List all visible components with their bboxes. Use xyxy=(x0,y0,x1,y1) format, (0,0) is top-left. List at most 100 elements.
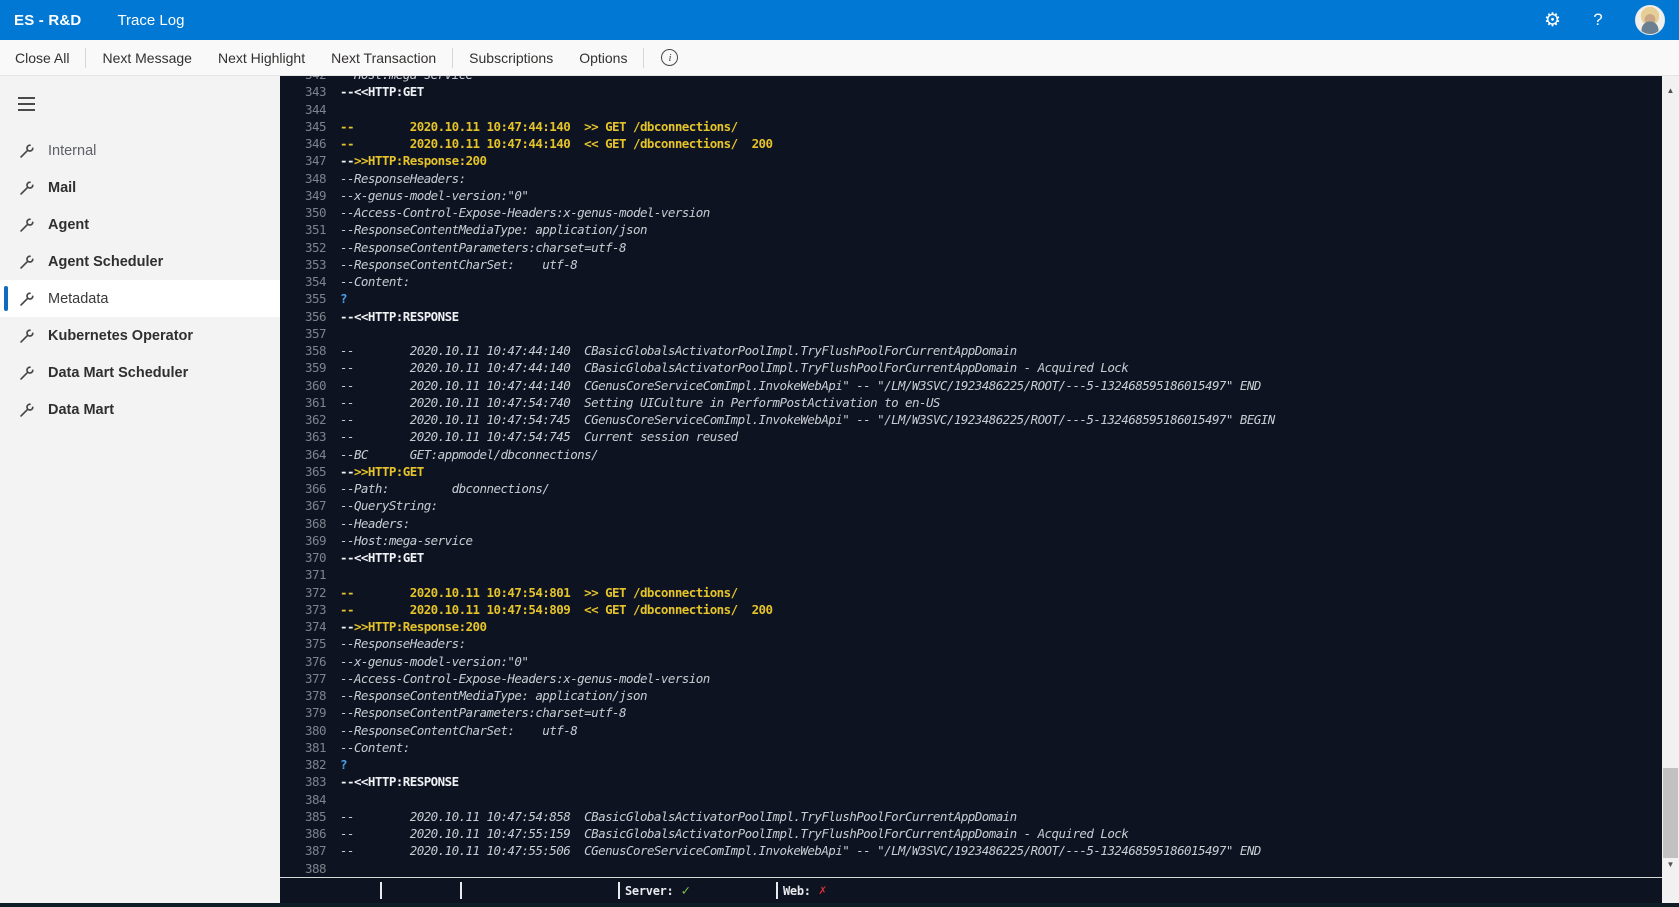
line-number: 387 xyxy=(305,843,326,859)
info-button[interactable]: i xyxy=(661,49,679,67)
log-line: 387 -- 2020.10.11 10:47:55:506 CGenusCore… xyxy=(305,842,1662,859)
log-text: -- 2020.10.11 10:47:44:140 << GET /dbcon… xyxy=(340,136,773,151)
line-number: 385 xyxy=(305,808,326,824)
log-text: --ResponseContentMediaType: application/… xyxy=(340,222,647,238)
log-text: --QueryString: xyxy=(340,498,438,514)
sidebar-item-label: Mail xyxy=(48,179,77,196)
log-line: 377 --Access-Control-Expose-Headers:x-gen… xyxy=(305,670,1662,687)
sidebar-item-agent[interactable]: Agent xyxy=(0,206,280,243)
line-number: 367 xyxy=(305,498,326,514)
log-text: -- 2020.10.11 10:47:54:809 << GET /dbcon… xyxy=(340,601,773,617)
wrench-icon xyxy=(20,365,34,380)
sidebar-item-agent-scheduler[interactable]: Agent Scheduler xyxy=(0,243,280,280)
log-line: 366 --Path: dbconnections/ xyxy=(305,480,1662,497)
log-text: --Access-Control-Expose-Headers:x-genus-… xyxy=(340,205,710,220)
log-line: 344 xyxy=(305,101,1662,118)
log-line: 369 --Host:mega-service xyxy=(305,532,1662,549)
status-bar: Server: ✓ Web: ✗ xyxy=(280,877,1662,903)
log-line: 380 --ResponseContentCharSet: utf-8 xyxy=(305,722,1662,739)
settings-gear-icon[interactable]: ⚙ xyxy=(1544,11,1561,30)
app-window: ES - R&D Trace Log ⚙ ? Close All Next Me… xyxy=(0,0,1679,907)
line-number: 373 xyxy=(305,601,326,617)
sidebar-item-data-mart[interactable]: Data Mart xyxy=(0,391,280,428)
log-line: 367 --QueryString: xyxy=(305,497,1662,514)
line-number: 376 xyxy=(305,653,326,669)
user-avatar[interactable] xyxy=(1635,5,1665,35)
log-line: 354 --Content: xyxy=(305,273,1662,290)
log-line: 371 xyxy=(305,566,1662,583)
scrollbar-down-arrow-icon[interactable]: ▼ xyxy=(1662,856,1679,873)
log-text: -- 2020.10.11 10:47:44:140 >> GET /dbcon… xyxy=(340,118,738,134)
log-line: 360 -- 2020.10.11 10:47:44:140 CGenusCore… xyxy=(305,377,1662,394)
hamburger-menu-icon[interactable] xyxy=(0,88,44,118)
log-line: 382? xyxy=(305,756,1662,773)
log-text: -- 2020.10.11 10:47:55:159 CBasicGlobals… xyxy=(340,826,1129,841)
line-number: 359 xyxy=(305,360,326,376)
wrench-icon xyxy=(20,402,34,417)
web-status-label: Web: xyxy=(783,883,811,898)
sidebar-item-kubernetes-operator[interactable]: Kubernetes Operator xyxy=(0,317,280,354)
log-scroll-area[interactable]: 342 --Host:mega-service 343 --<<HTTP:GET 344… xyxy=(280,76,1662,877)
log-line: 361 -- 2020.10.11 10:47:54:740 Setting UI… xyxy=(305,394,1662,411)
web-fail-cross-icon: ✗ xyxy=(818,883,827,898)
line-number: 365 xyxy=(305,463,326,479)
app-title: ES - R&D xyxy=(14,11,82,29)
next-message-button[interactable]: Next Message xyxy=(89,40,204,75)
sidebar-item-label: Agent Scheduler xyxy=(48,253,164,270)
log-line: 349 --x-genus-model-version:"0" xyxy=(305,187,1662,204)
wrench-icon xyxy=(20,328,34,343)
log-line: 342 --Host:mega-service xyxy=(305,76,1662,83)
next-highlight-button[interactable]: Next Highlight xyxy=(205,40,318,75)
log-text: --Host:mega-service xyxy=(340,532,473,548)
trace-log-panel[interactable]: 342 --Host:mega-service 343 --<<HTTP:GET 344… xyxy=(280,76,1662,903)
line-number: 342 xyxy=(305,76,331,83)
log-line: 343 --<<HTTP:GET xyxy=(305,83,1662,100)
line-number: 364 xyxy=(305,446,326,462)
next-transaction-button[interactable]: Next Transaction xyxy=(318,40,449,75)
sidebar-item-label: Agent xyxy=(48,216,90,233)
log-text: -- 2020.10.11 10:47:54:801 >> GET /dbcon… xyxy=(340,584,738,600)
log-line: 386 -- 2020.10.11 10:47:55:159 CBasicGlob… xyxy=(305,825,1662,842)
options-button[interactable]: Options xyxy=(566,40,640,75)
line-number: 354 xyxy=(305,274,326,289)
log-text: -- 2020.10.11 10:47:44:140 CBasicGlobals… xyxy=(340,360,1129,376)
line-number: 351 xyxy=(305,222,326,238)
subscriptions-button[interactable]: Subscriptions xyxy=(456,40,566,75)
log-text: ? xyxy=(340,757,348,772)
scrollbar-up-arrow-icon[interactable]: ▲ xyxy=(1662,82,1679,99)
line-number: 361 xyxy=(305,394,326,410)
log-line: 347 -- >>HTTP:Response:200 xyxy=(305,153,487,169)
log-line: 359 -- 2020.10.11 10:47:44:140 CBasicGlob… xyxy=(305,359,1662,376)
line-number: 378 xyxy=(305,688,326,703)
line-number: 380 xyxy=(305,722,326,738)
line-number: 382 xyxy=(305,757,326,772)
sidebar-item-data-mart-scheduler[interactable]: Data Mart Scheduler xyxy=(0,354,280,391)
help-icon[interactable]: ? xyxy=(1591,10,1605,30)
log-text: ? xyxy=(340,291,348,307)
log-text: --x-genus-model-version:"0" xyxy=(340,653,529,669)
log-text: --ResponseHeaders: xyxy=(340,636,466,652)
log-text: -- 2020.10.11 10:47:54:745 CGenusCoreSer… xyxy=(340,412,1275,427)
selected-indicator xyxy=(4,286,8,311)
log-text: -- 2020.10.11 10:47:54:745 Current sessi… xyxy=(340,429,738,445)
log-text: --ResponseContentCharSet: utf-8 xyxy=(340,256,578,272)
status-separator xyxy=(618,882,620,899)
scrollbar-thumb[interactable] xyxy=(1663,768,1678,858)
sidebar-item-internal[interactable]: Internal xyxy=(0,132,280,169)
toolbar-separator xyxy=(452,47,454,68)
line-number: 357 xyxy=(305,325,326,341)
log-vertical-scrollbar[interactable]: ▲ ▼ xyxy=(1662,76,1679,903)
log-line: 350 --Access-Control-Expose-Headers:x-gen… xyxy=(305,204,1662,221)
log-line: 362 -- 2020.10.11 10:47:54:745 CGenusCore… xyxy=(305,411,1662,428)
log-text: --ResponseContentParameters:charset=utf-… xyxy=(340,705,627,721)
line-number: 362 xyxy=(305,412,326,427)
log-line: 348 --ResponseHeaders: xyxy=(305,170,1662,187)
log-text: -- 2020.10.11 10:47:54:740 Setting UICul… xyxy=(340,394,940,410)
log-lines: 342 --Host:mega-service 343 --<<HTTP:GET 344… xyxy=(305,76,1662,877)
log-line: 373 -- 2020.10.11 10:47:54:809 << GET /db… xyxy=(305,601,1662,618)
sidebar-item-metadata[interactable]: Metadata xyxy=(0,280,280,317)
close-all-button[interactable]: Close All xyxy=(2,40,82,75)
log-line: 356 --<<HTTP:RESPONSE xyxy=(305,308,1662,325)
sidebar-item-mail[interactable]: Mail xyxy=(0,169,280,206)
web-status: Web: ✗ xyxy=(776,882,827,899)
